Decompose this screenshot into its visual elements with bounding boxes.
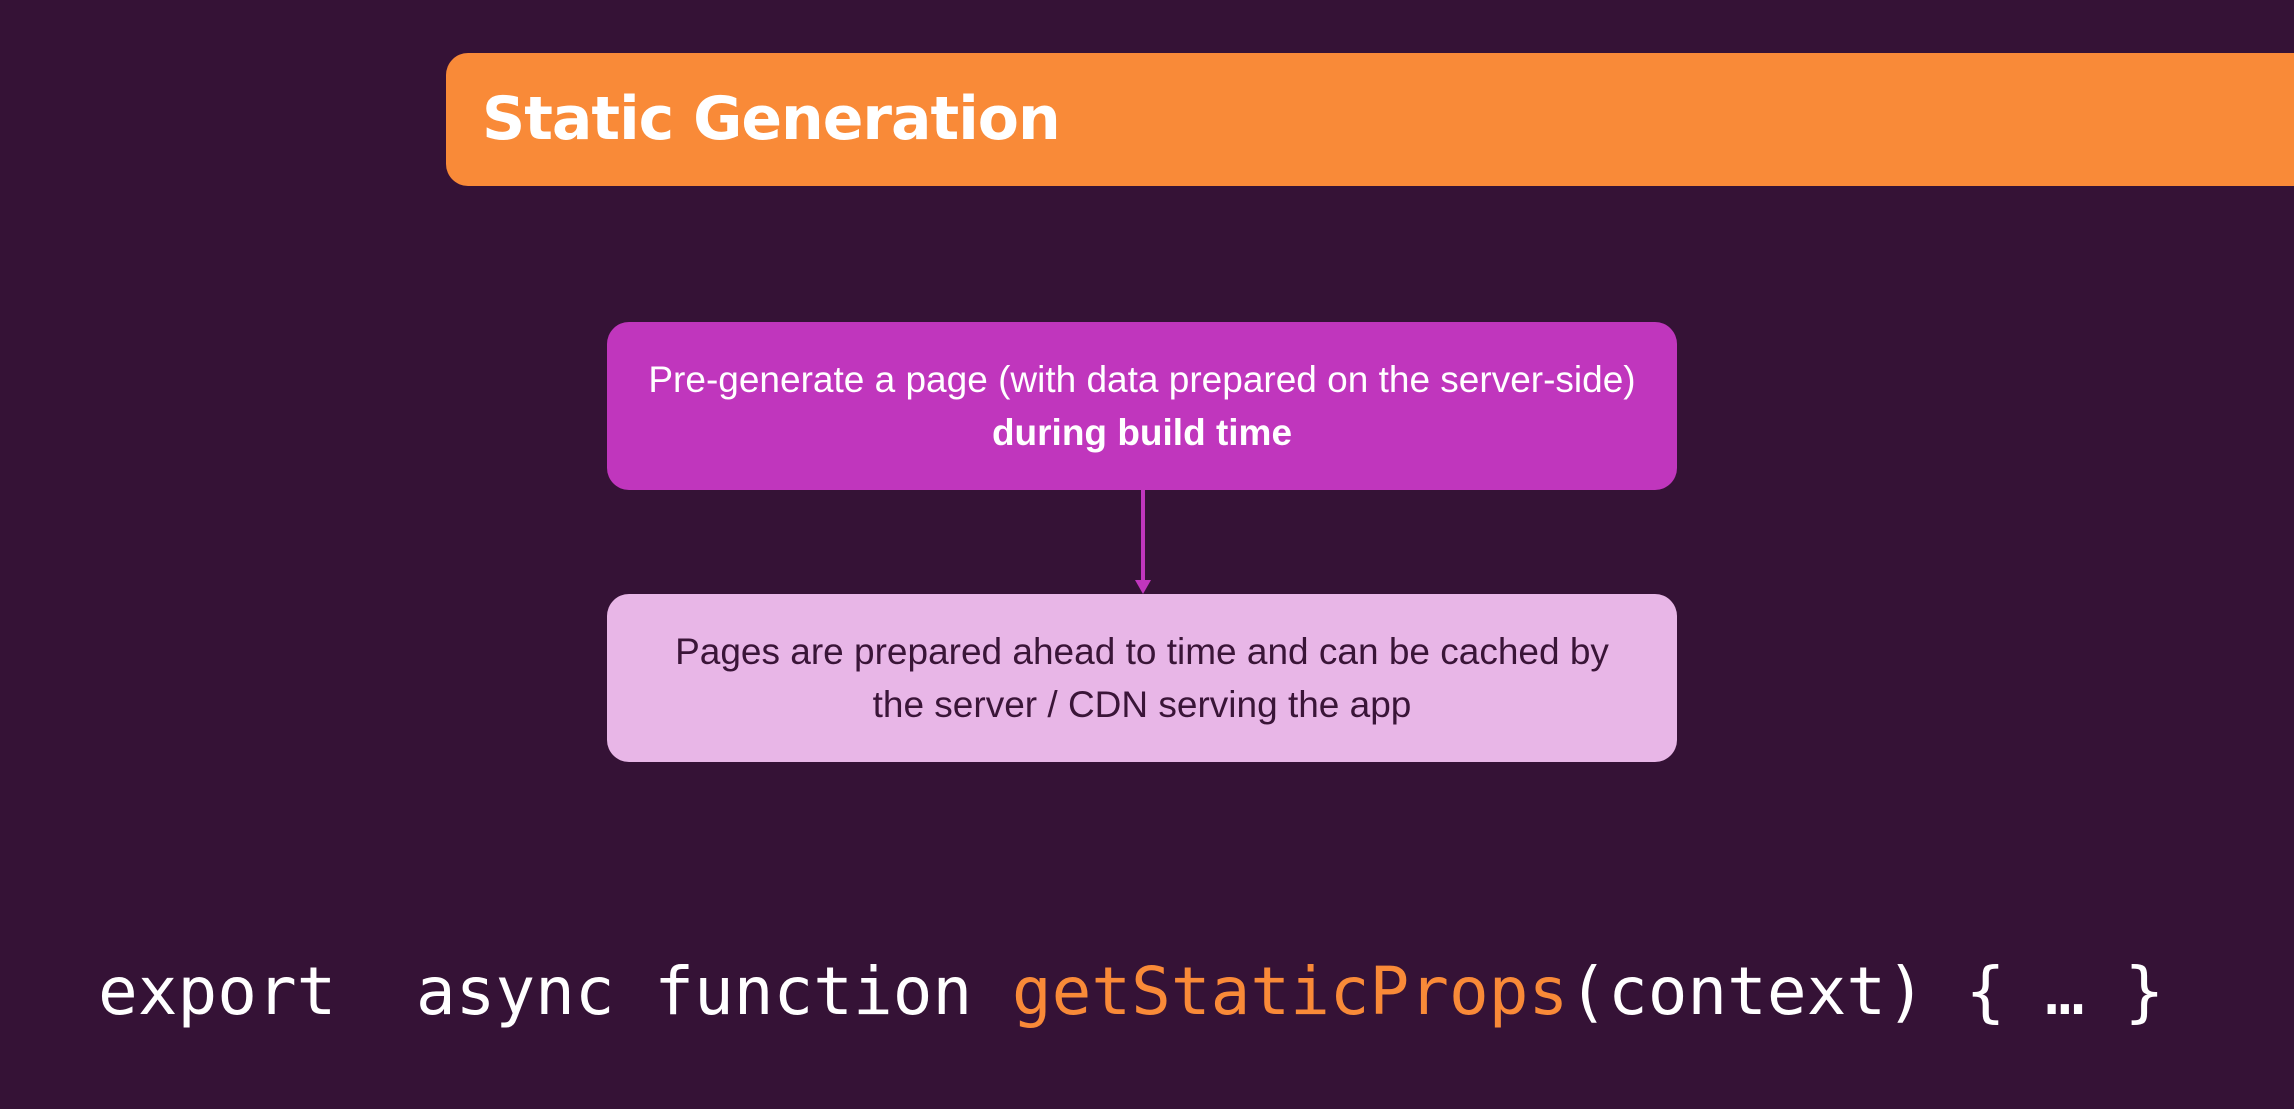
build-time-emphasis: during build time <box>991 412 1293 453</box>
code-prefix: export async function <box>98 953 1012 1030</box>
code-function-name: getStaticProps <box>1011 953 1569 1030</box>
build-time-text: Pre-generate a page (with data prepared … <box>648 359 1636 453</box>
title-banner: Static Generation <box>446 53 2294 186</box>
cache-text: Pages are prepared ahead to time and can… <box>675 631 1609 725</box>
code-suffix: (context) { … } <box>1568 953 2165 1030</box>
cache-box: Pages are prepared ahead to time and can… <box>607 594 1677 762</box>
code-snippet: export async function getStaticProps(con… <box>98 950 2164 1034</box>
arrow-head-icon <box>1135 580 1151 594</box>
flow-arrow <box>1141 490 1145 582</box>
build-time-box: Pre-generate a page (with data prepared … <box>607 322 1677 490</box>
slide-title: Static Generation <box>482 84 1061 154</box>
